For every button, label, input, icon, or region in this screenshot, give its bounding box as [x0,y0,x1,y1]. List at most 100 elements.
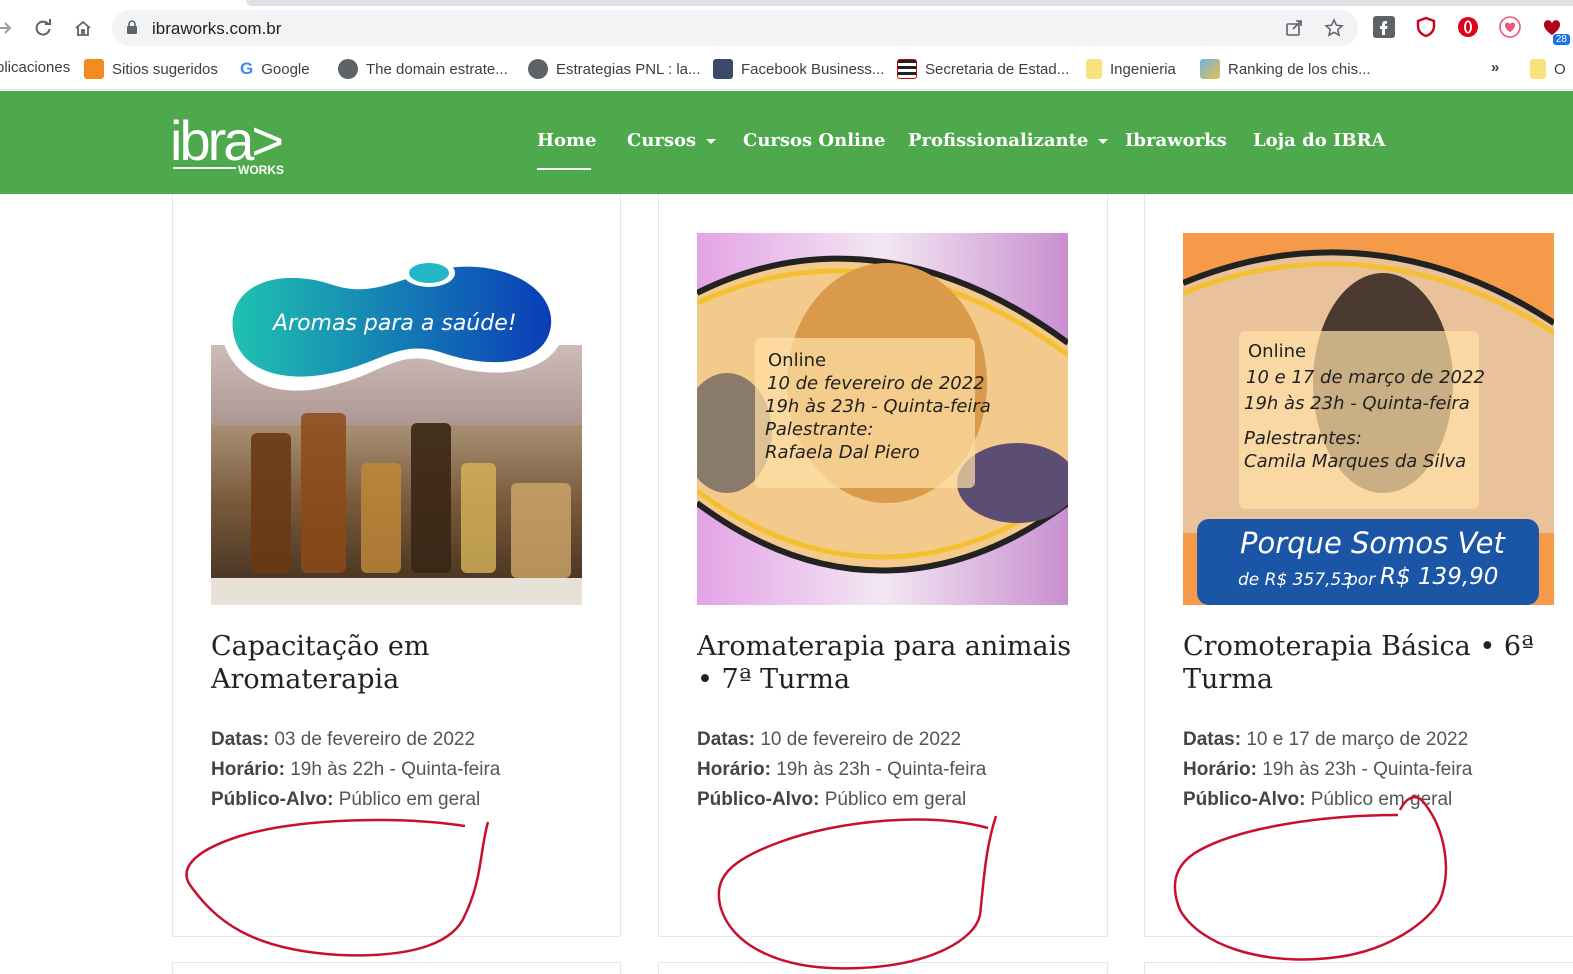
shield-extension-icon[interactable] [1414,15,1438,39]
reload-icon[interactable] [30,15,56,41]
title-line: Turma [1183,664,1274,695]
google-icon: G [240,59,254,78]
bookmark-estrategias-pnl[interactable]: Estrategias PNL : la... [528,59,701,79]
audience-value: Público em geral [338,789,481,810]
lock-icon[interactable] [126,20,138,40]
nav-label: Home [537,130,597,151]
course-audience: Público-Alvo: Público em geral [697,789,1057,811]
bookmark-label: plicaciones [0,59,71,76]
title-line: Aromaterapia [211,664,400,695]
bookmark-label: Secretaria de Estad... [925,60,1070,78]
bookmark-facebook-business[interactable]: Facebook Business... [713,59,884,79]
course-image-cromoterapia[interactable]: Online 10 e 17 de março de 2022 19h às 2… [1183,233,1554,605]
bookmarks-bar: plicaciones Sitios sugeridos G Google Th… [0,50,1573,90]
course-title[interactable]: Capacitação em Aromaterapia [211,630,591,696]
bookmark-label: Estrategias PNL : la... [556,60,701,78]
course-dates: Datas: 10 de fevereiro de 2022 [697,729,1057,751]
globe-icon [528,59,548,79]
bookmark-sitios-sugeridos[interactable]: Sitios sugeridos [84,59,218,79]
bookmarks-overflow-button[interactable]: » [1491,59,1499,76]
image-line-speaker: Camila Marques da Silva [1244,451,1467,472]
course-time: Horário: 19h às 23h - Quinta-feira [697,759,1057,781]
course-title[interactable]: Cromoterapia Básica • 6ª Turma [1183,630,1563,696]
bookmark-ranking[interactable]: Ranking de los chis... [1200,59,1371,79]
logo-subtext: WORKS [238,163,284,177]
course-audience: Público-Alvo: Público em geral [211,789,571,811]
facebook-page-icon [713,59,733,79]
course-title[interactable]: Aromaterapia para animais • 7ª Turma [697,630,1077,696]
nav-label: Profissionalizante [908,130,1089,151]
title-line: Capacitação em [211,631,430,662]
image-line-online: Online [1248,341,1307,362]
nav-loja-do-ibra[interactable]: Loja do IBRA [1253,130,1386,151]
image-price-to-prefix: por [1347,570,1376,590]
overflow-chevron-icon: » [1491,59,1500,76]
bookmark-label: Facebook Business... [741,60,885,78]
image-icon [1200,59,1220,79]
time-label: Horário: [697,759,771,780]
url-text: ibraworks.com.br [152,19,282,38]
course-image-aromaterapia-animais[interactable]: Online 10 de fevereiro de 2022 19h às 23… [697,233,1068,605]
nav-label: Cursos Online [743,130,886,151]
extension-badge: 28 [1552,34,1570,45]
home-icon[interactable] [70,15,96,41]
dates-label: Datas: [1183,729,1242,750]
bookmark-label: The domain estrate... [366,60,508,78]
share-icon[interactable] [1284,18,1304,43]
nav-home[interactable]: Home [537,130,597,151]
bookmark-secretaria[interactable]: Secretaria de Estad... [897,59,1069,79]
globe-icon [338,59,358,79]
time-value: 19h às 23h - Quinta-feira [776,759,987,780]
course-audience: Público-Alvo: Público em geral [1183,789,1543,811]
opera-extension-icon[interactable] [1456,15,1480,39]
image-line-speaker-label: Palestrantes: [1244,428,1362,449]
bookmark-google[interactable]: G Google [240,59,310,79]
course-dates: Datas: 10 e 17 de março de 2022 [1183,729,1543,751]
course-dates: Datas: 03 de fevereiro de 2022 [211,729,571,751]
nav-profissionalizante[interactable]: Profissionalizante [908,130,1109,151]
dates-value: 10 de fevereiro de 2022 [760,729,962,750]
chevron-down-icon [706,139,717,144]
dates-value: 03 de fevereiro de 2022 [274,729,476,750]
image-price-from: de R$ 357,53 [1238,570,1353,590]
course-image-aromaterapia[interactable]: Aromas para a saúde! [211,233,582,605]
image-line-online: Online [768,350,827,371]
bookmark-label: Google [261,60,310,78]
bulb-icon [84,59,104,79]
next-card-edge [1144,962,1573,974]
time-value: 19h às 22h - Quinta-feira [290,759,501,780]
image-line-time: 19h às 23h - Quinta-feira [765,396,991,417]
image-line-speaker: Rafaela Dal Piero [765,442,920,463]
browser-toolbar: ibraworks.com.br 28 [0,0,1573,50]
bookmark-label: Ranking de los chis... [1228,60,1371,78]
heart-extension-icon[interactable] [1498,15,1522,39]
audience-value: Público em geral [1310,789,1453,810]
course-time: Horário: 19h às 22h - Quinta-feira [211,759,571,781]
image-line-time: 19h às 23h - Quinta-feira [1244,393,1470,414]
image-banner: Porque Somos Vet [1240,526,1505,560]
image-line-date: 10 de fevereiro de 2022 [767,373,985,394]
nav-label: Cursos [627,130,697,151]
nav-ibraworks[interactable]: Ibraworks [1125,130,1227,151]
title-line: Aromaterapia para animais [697,631,1072,662]
tab-strip-edge [246,0,1573,6]
bookmark-label: O [1554,60,1566,78]
audience-label: Público-Alvo: [697,789,820,810]
active-nav-underline [537,168,591,170]
bookmark-star-icon[interactable] [1324,18,1344,43]
bookmark-apps[interactable]: plicaciones [0,59,70,76]
nav-cursos[interactable]: Cursos [627,130,717,151]
image-line-speaker-label: Palestrante: [765,419,874,440]
notifications-extension-icon[interactable]: 28 [1540,15,1570,45]
forward-icon[interactable] [0,15,18,41]
ibra-logo[interactable]: ibra> WORKS [170,109,300,178]
facebook-extension-icon[interactable] [1372,15,1396,39]
bookmark-overflow-folder[interactable]: O [1530,59,1566,79]
bookmark-domain-estrategy[interactable]: The domain estrate... [338,59,508,79]
address-bar[interactable]: ibraworks.com.br [112,10,1358,46]
next-card-edge [172,962,621,974]
nav-cursos-online[interactable]: Cursos Online [743,130,885,151]
audience-label: Público-Alvo: [1183,789,1306,810]
folder-icon [1530,59,1546,79]
bookmark-ingenieria[interactable]: Ingenieria [1086,59,1176,79]
